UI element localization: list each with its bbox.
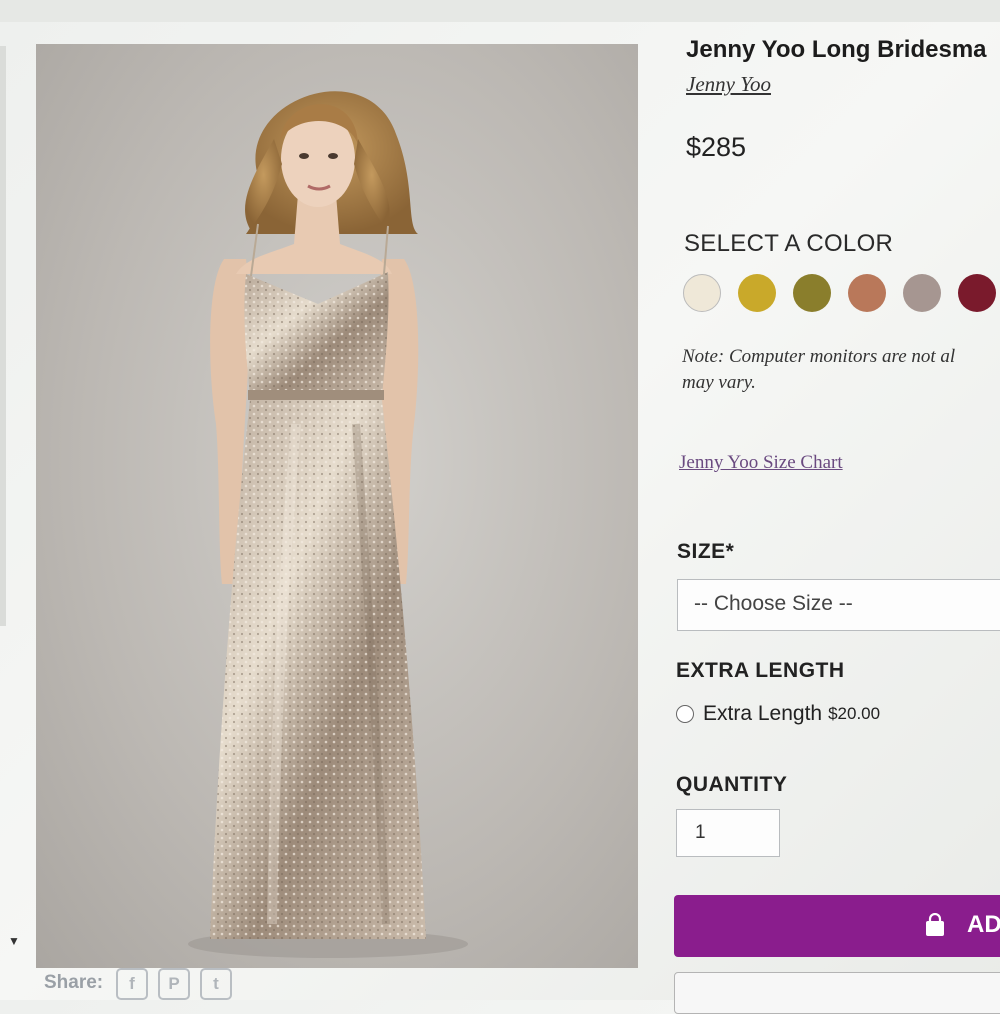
secondary-button[interactable] [674, 972, 1000, 1014]
thumbnail-strip-edge [0, 46, 6, 626]
quantity-input[interactable]: 1 [676, 809, 780, 857]
shopping-bag-icon [926, 913, 944, 936]
note-line-1: Note: Computer monitors are not al [682, 346, 956, 367]
add-to-cart-button[interactable]: AD [674, 895, 1000, 957]
color-note: Note: Computer monitors are not al may v… [682, 344, 1000, 396]
select-color-heading: SELECT A COLOR [684, 230, 894, 257]
quantity-label: QUANTITY [676, 773, 788, 796]
size-chart-link[interactable]: Jenny Yoo Size Chart [679, 452, 843, 474]
extra-length-radio[interactable] [676, 705, 694, 723]
extra-length-option-label: Extra Length [703, 702, 823, 725]
pinterest-icon[interactable]: P [158, 968, 190, 1000]
color-swatch[interactable] [793, 274, 831, 312]
color-swatch[interactable] [958, 274, 996, 312]
product-image[interactable] [36, 44, 638, 968]
top-strip [0, 0, 1000, 22]
add-to-cart-label: AD [967, 911, 1000, 938]
note-line-2: may vary. [682, 372, 756, 393]
twitter-icon[interactable]: t [200, 968, 232, 1000]
extra-length-label: EXTRA LENGTH [676, 659, 845, 682]
share-label: Share: [44, 972, 104, 993]
color-swatch[interactable] [903, 274, 941, 312]
color-swatch[interactable] [738, 274, 776, 312]
color-swatch[interactable] [848, 274, 886, 312]
brand-link[interactable]: Jenny Yoo [686, 72, 771, 97]
size-select[interactable]: -- Choose Size -- [677, 579, 1000, 631]
share-icons: f P t [116, 968, 232, 1000]
facebook-icon[interactable]: f [116, 968, 148, 1000]
extra-length-option[interactable]: Extra Length $20.00 [676, 702, 880, 726]
product-price: $285 [686, 132, 747, 162]
dress-model-illustration [188, 91, 468, 958]
extra-length-price: $20.00 [828, 704, 881, 723]
size-label: SIZE* [677, 540, 735, 563]
product-title: Jenny Yoo Long Bridesma [686, 36, 987, 63]
color-swatches [683, 274, 996, 312]
chevron-down-icon[interactable]: ▼ [8, 934, 20, 948]
color-swatch[interactable] [683, 274, 721, 312]
